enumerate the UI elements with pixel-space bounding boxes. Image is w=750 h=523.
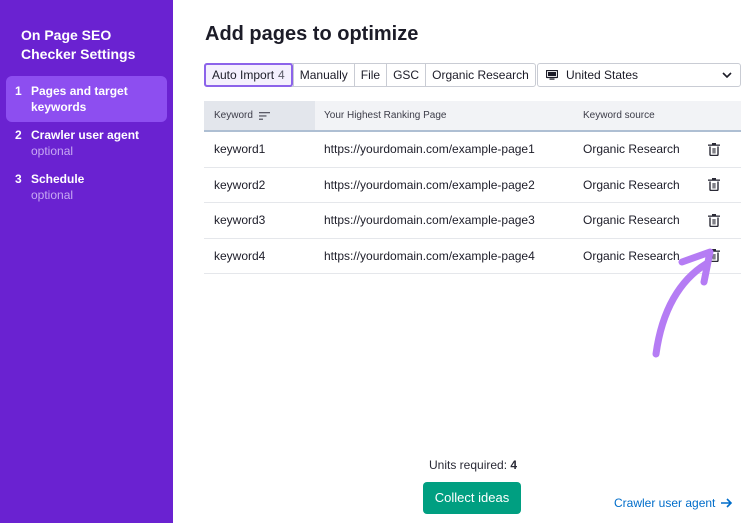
delete-row-button[interactable]: [704, 142, 724, 156]
trash-icon: [708, 142, 720, 156]
page-title: Add pages to optimize: [205, 23, 419, 45]
trash-icon: [708, 213, 720, 227]
tab-file[interactable]: File: [353, 64, 386, 86]
table-row: keyword2 https://yourdomain.com/example-…: [204, 168, 741, 203]
country-select[interactable]: United States: [537, 63, 741, 87]
step-optional-label: optional: [31, 144, 74, 158]
step-label: Schedule: [31, 172, 85, 186]
step-number: 3: [15, 172, 22, 186]
import-source-tabs: Auto Import 4 Manually File GSC Organic R…: [204, 63, 536, 87]
settings-sidebar: On Page SEO Checker Settings 1 Pages and…: [0, 0, 173, 523]
tab-organic-research[interactable]: Organic Research: [425, 64, 535, 86]
units-value: 4: [510, 458, 518, 472]
column-header-source: Keyword source: [583, 110, 655, 121]
page-url-cell: https://yourdomain.com/example-page3: [324, 213, 535, 228]
step-label: Pages and target keywords: [31, 84, 128, 114]
step-number: 2: [15, 128, 22, 142]
tab-count-badge: 4: [278, 68, 285, 82]
arrow-right-icon: [721, 498, 733, 508]
next-step-label: Crawler user agent: [614, 496, 716, 510]
country-value: United States: [566, 68, 639, 82]
chevron-down-icon: [722, 72, 732, 78]
page-url-cell: https://yourdomain.com/example-page1: [324, 142, 535, 157]
sidebar-step-crawler-user-agent[interactable]: 2 Crawler user agent optional: [6, 120, 167, 166]
tab-gsc[interactable]: GSC: [386, 64, 425, 86]
keyword-cell: keyword1: [214, 142, 266, 157]
next-step-link[interactable]: Crawler user agent: [614, 496, 733, 510]
delete-row-button[interactable]: [704, 213, 724, 227]
tab-label: Auto Import: [212, 68, 275, 82]
delete-row-button[interactable]: [704, 178, 724, 192]
page-url-cell: https://yourdomain.com/example-page2: [324, 177, 535, 192]
keyword-source-cell: Organic Research: [583, 177, 680, 192]
collect-ideas-button[interactable]: Collect ideas: [423, 482, 521, 514]
sidebar-title: On Page SEO Checker Settings: [21, 27, 136, 62]
step-label: Crawler user agent: [31, 128, 140, 142]
table-header: Keyword Your Highest Ranking Page Keywor…: [204, 101, 741, 132]
units-label: Units required:: [429, 458, 508, 472]
table-row: keyword3 https://yourdomain.com/example-…: [204, 203, 741, 239]
sort-icon: [258, 111, 270, 120]
step-number: 1: [15, 84, 22, 98]
tab-auto-import[interactable]: Auto Import 4: [204, 63, 293, 87]
keyword-source-cell: Organic Research: [583, 213, 680, 228]
page-url-cell: https://yourdomain.com/example-page4: [324, 248, 535, 263]
keyword-source-cell: Organic Research: [583, 142, 680, 157]
trash-icon: [708, 178, 720, 192]
keyword-cell: keyword2: [214, 177, 266, 192]
column-header-page: Your Highest Ranking Page: [324, 110, 447, 121]
column-header-keyword[interactable]: Keyword: [204, 101, 315, 130]
units-required: Units required: 4: [429, 458, 517, 472]
keyword-cell: keyword4: [214, 248, 266, 263]
sidebar-step-schedule[interactable]: 3 Schedule optional: [6, 164, 167, 210]
monitor-icon: [546, 70, 558, 80]
step-optional-label: optional: [31, 188, 74, 202]
keyword-cell: keyword3: [214, 213, 266, 228]
table-row: keyword1 https://yourdomain.com/example-…: [204, 132, 741, 168]
annotation-arrow-icon: [652, 248, 714, 358]
tab-manually[interactable]: Manually: [292, 64, 354, 86]
sidebar-step-pages-keywords[interactable]: 1 Pages and target keywords: [6, 76, 167, 122]
column-header-label: Keyword: [214, 110, 253, 121]
